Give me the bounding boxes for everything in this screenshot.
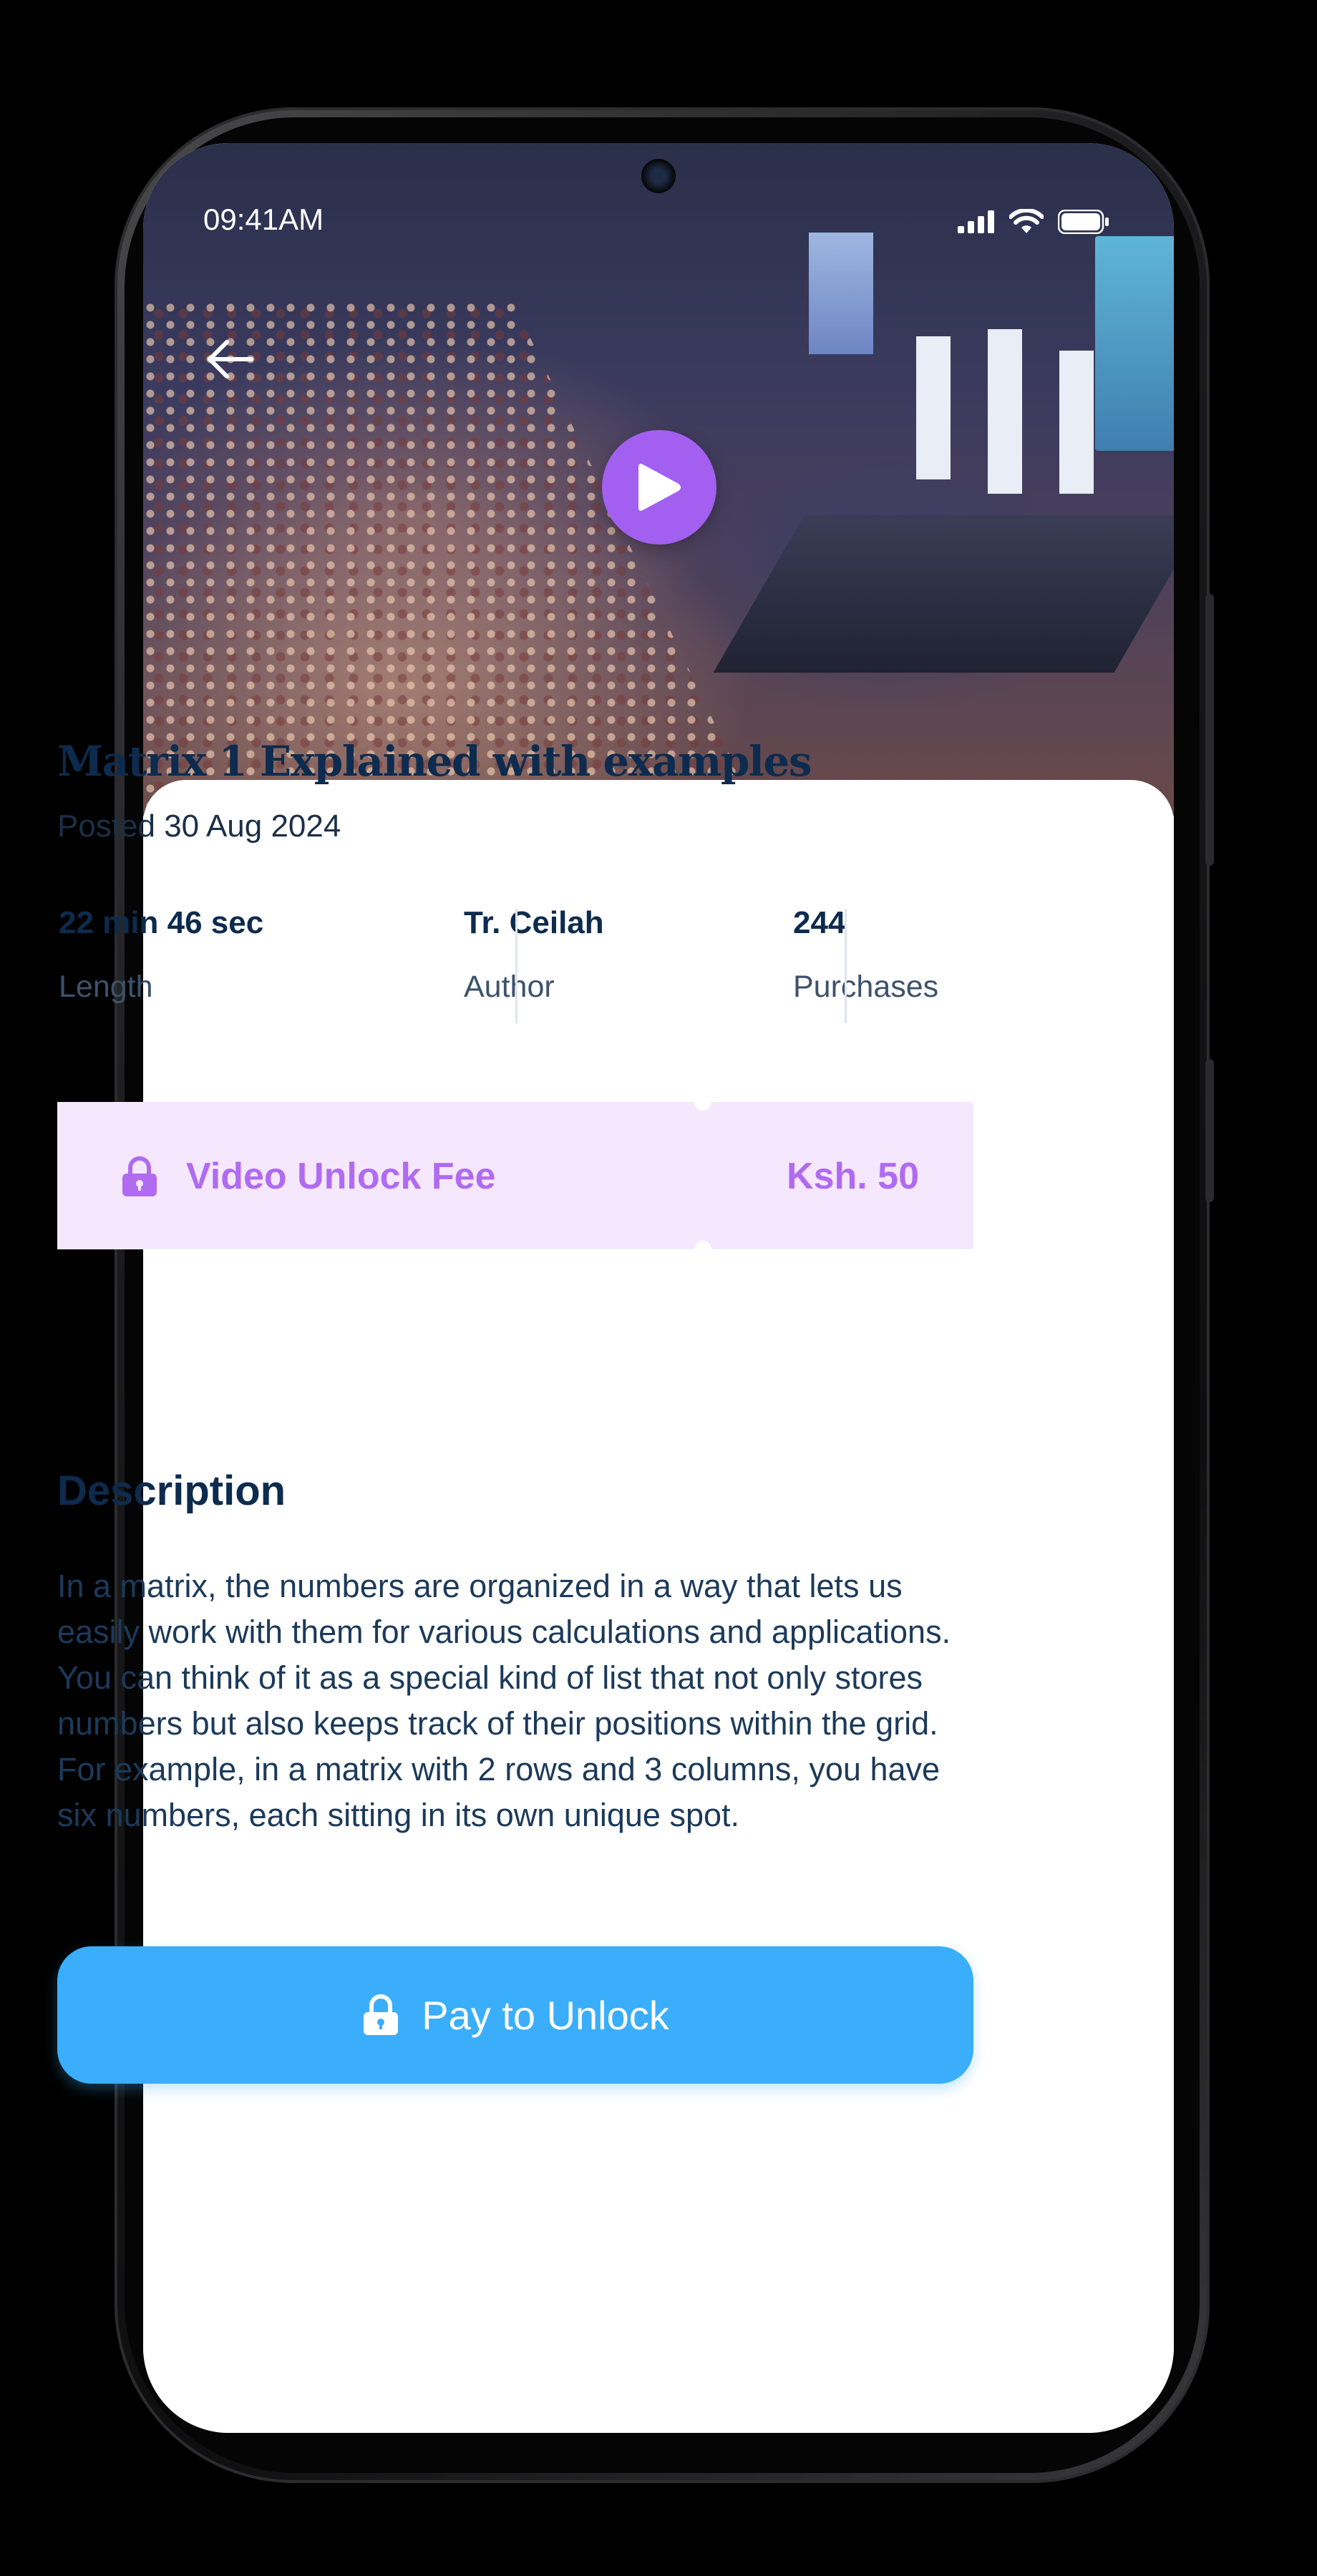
description-text: In a matrix, the numbers are organized i… bbox=[57, 1568, 951, 1833]
stat-divider bbox=[845, 909, 847, 1023]
stage-image bbox=[713, 515, 1174, 673]
arrow-left-icon bbox=[208, 340, 253, 379]
ticket-notch bbox=[694, 1241, 711, 1258]
unlock-fee-price: Ksh. 50 bbox=[787, 1156, 919, 1197]
wifi-icon bbox=[1009, 209, 1044, 233]
posted-date: Posted 30 Aug 2024 bbox=[57, 809, 341, 844]
stage-pillar bbox=[916, 336, 951, 479]
projection-screen-left bbox=[809, 233, 873, 354]
description-heading: Description bbox=[57, 1468, 286, 1514]
lock-icon bbox=[120, 1156, 159, 1201]
status-bar: 09:41AM bbox=[143, 143, 1174, 235]
stat-label: Author bbox=[464, 970, 555, 1004]
volume-button bbox=[1205, 594, 1214, 866]
stat-purchases: 244 Purchases bbox=[793, 905, 938, 1005]
lock-icon bbox=[364, 1994, 399, 2035]
battery-icon bbox=[1058, 210, 1109, 234]
stat-label: Purchases bbox=[793, 970, 939, 1004]
projection-screen-right bbox=[1095, 236, 1174, 451]
pay-to-unlock-button[interactable]: Pay to Unlock bbox=[57, 1946, 973, 2084]
stat-divider bbox=[515, 909, 517, 1023]
play-button[interactable] bbox=[602, 430, 716, 545]
power-button bbox=[1205, 1059, 1214, 1202]
ticket-notch bbox=[694, 1093, 711, 1111]
status-time: 09:41AM bbox=[203, 203, 324, 236]
pay-button-label: Pay to Unlock bbox=[422, 1992, 669, 2038]
app-screen: 09:41AM bbox=[143, 143, 1174, 2433]
signal-icon bbox=[958, 210, 994, 233]
stat-author: Tr. Ceilah Author bbox=[464, 905, 604, 1005]
stat-value: 244 bbox=[793, 905, 846, 940]
stat-value: Tr. Ceilah bbox=[464, 905, 604, 940]
stage-pillar bbox=[1059, 351, 1094, 494]
play-icon bbox=[638, 464, 681, 511]
unlock-fee-label: Video Unlock Fee bbox=[186, 1156, 496, 1197]
status-icons bbox=[958, 209, 1109, 235]
stat-value: 22 min 46 sec bbox=[59, 905, 264, 940]
unlock-fee-banner: Video Unlock Fee Ksh. 50 bbox=[57, 1093, 973, 1258]
back-button[interactable] bbox=[202, 331, 259, 388]
stat-length: 22 min 46 sec Length bbox=[59, 905, 263, 1005]
stat-label: Length bbox=[59, 970, 153, 1004]
video-stats: 22 min 46 sec Length Tr. Ceilah Author 2… bbox=[57, 905, 988, 1027]
stage-pillar bbox=[988, 329, 1022, 494]
video-title: Matrix 1 Explained with examples bbox=[57, 737, 812, 786]
